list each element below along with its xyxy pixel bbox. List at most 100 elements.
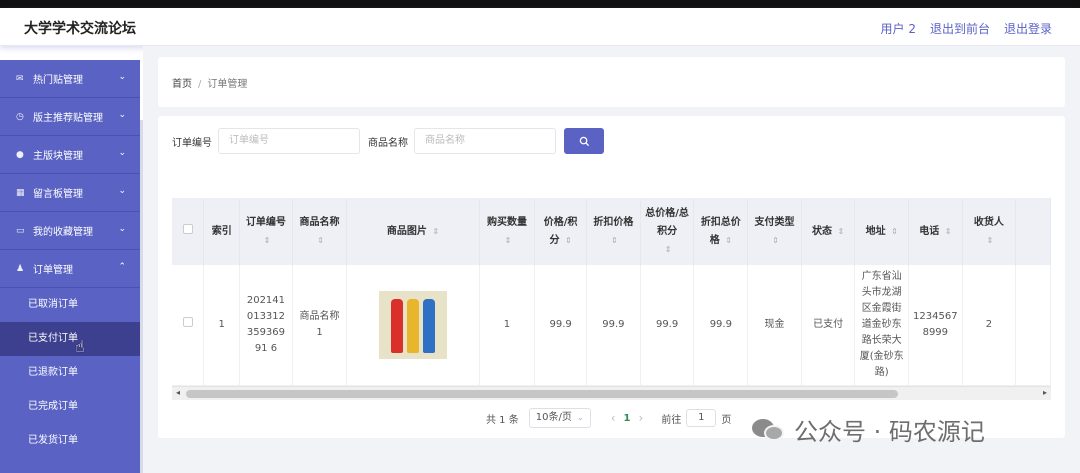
col-header[interactable]: 支付类型 ⇕ — [747, 199, 802, 265]
scroll-left-icon[interactable]: ◂ — [176, 388, 180, 397]
pagination: 共 1 条 10条/页 ⌄ ‹ 1 › 前往 1 页 — [486, 408, 731, 428]
sort-icon: ⇕ — [565, 236, 572, 245]
col-header[interactable]: 订单编号 ⇕ — [239, 199, 293, 265]
table-row[interactable]: 1 20214101331235936991 6 商品名称1 1 99.9 99… — [172, 265, 1051, 386]
submenu-shipped-orders[interactable]: 已发货订单 — [0, 424, 140, 458]
col-header[interactable]: 折扣总价格 ⇕ — [693, 199, 749, 265]
next-page-icon[interactable]: › — [639, 411, 644, 425]
col-header[interactable]: 购买数量 ⇕ — [479, 199, 536, 265]
orders-table: 索引 订单编号 ⇕ 商品名称 ⇕ 商品图片 ⇕ 购买数量 ⇕ 价格/积分 ⇕ 折扣价格… — [172, 198, 1051, 398]
col-header[interactable]: 总价格/总积分 ⇕ — [640, 199, 695, 265]
submenu-label: 已支付订单 — [28, 333, 78, 344]
product-image[interactable] — [379, 290, 447, 359]
col-header[interactable]: 商品名称 ⇕ — [292, 199, 348, 265]
page-number[interactable]: 1 — [624, 413, 631, 424]
submenu-cancelled-orders[interactable]: 已取消订单 — [0, 288, 140, 322]
chevron-down-icon: ⌄ — [118, 186, 126, 196]
cell-discount: 99.9 — [586, 265, 641, 386]
cell-product-image — [346, 265, 480, 386]
page-size-select[interactable]: 10条/页 ⌄ — [528, 408, 591, 428]
col-header[interactable]: 商品图片 ⇕ — [346, 199, 480, 265]
sort-icon: ⇕ — [772, 236, 779, 245]
menu-message-board[interactable]: ▦ 留言板管理 ⌄ — [0, 174, 140, 212]
sort-icon: ⇕ — [504, 236, 512, 245]
menu-label: 订单管理 — [33, 265, 73, 276]
menu-main-section[interactable]: ● 主版块管理 ⌄ — [0, 136, 140, 174]
search-icon — [579, 136, 589, 146]
cell-status: 已支付 — [801, 265, 856, 386]
wechat-logo-icon — [752, 417, 786, 443]
menu-label: 版主推荐贴管理 — [33, 113, 103, 124]
sort-icon: ⇕ — [263, 236, 271, 245]
logout-link[interactable]: 退出登录 — [1004, 20, 1052, 37]
chevron-down-icon: ⌄ — [118, 72, 126, 82]
order-no-label: 订单编号 — [172, 137, 212, 149]
keyboard-icon: ▦ — [16, 187, 25, 198]
menu-hot-posts[interactable]: ✉ 热门贴管理 ⌄ — [0, 60, 140, 98]
sort-icon: ⇕ — [986, 236, 994, 245]
user-link[interactable]: 用户 2 — [881, 20, 916, 37]
col-header[interactable]: 价格/积分 ⇕ — [534, 199, 587, 265]
row-select-cell — [172, 265, 205, 386]
cell-extra — [1015, 265, 1051, 386]
scrollbar-thumb[interactable] — [186, 390, 898, 398]
sort-icon: ⇕ — [664, 245, 672, 254]
cell-address: 广东省汕头市龙湖区金霞街道金砂东路长荣大厦(金砂东路) — [854, 265, 910, 386]
chevron-down-icon: ⌄ — [118, 224, 126, 234]
prev-page-icon[interactable]: ‹ — [611, 411, 616, 425]
breadcrumb-current: 订单管理 — [207, 79, 248, 90]
col-header[interactable]: 折扣价格 ⇕ — [586, 199, 641, 265]
sort-icon: ⇕ — [611, 236, 618, 245]
app-header: 大学学术交流论坛 用户 2 退出到前台 退出登录 — [0, 8, 1080, 46]
cell-discount-total: 99.9 — [693, 265, 749, 386]
sort-icon: ⇕ — [837, 227, 845, 236]
clock-icon: ◷ — [16, 111, 24, 122]
pager-total: 共 1 条 — [486, 414, 519, 426]
sort-icon: ⇕ — [944, 227, 952, 236]
sidebar: ✉ 热门贴管理 ⌄ ◷ 版主推荐贴管理 ⌄ ● 主版块管理 ⌄ ▦ 留言板管理 … — [0, 60, 140, 473]
cell-order-no: 20214101331235936991 6 — [239, 265, 293, 386]
row-checkbox[interactable] — [182, 316, 193, 327]
breadcrumb-home[interactable]: 首页 — [172, 79, 192, 90]
product-name-input[interactable]: 商品名称 — [414, 128, 556, 154]
sort-icon: ⇕ — [725, 236, 732, 245]
pin-icon: ● — [16, 149, 24, 160]
cell-qty: 1 — [479, 265, 536, 386]
submenu-paid-orders[interactable]: 已支付订单 ☝ — [0, 322, 140, 356]
search-button[interactable] — [564, 128, 604, 154]
table-horizontal-scrollbar[interactable]: ◂ ▸ — [172, 386, 1051, 400]
search-bar: 订单编号 订单编号 商品名称 商品名称 — [172, 128, 604, 154]
col-header[interactable]: 电话 ⇕ — [908, 199, 963, 265]
user-icon: ♟ — [16, 263, 25, 274]
scroll-right-icon[interactable]: ▸ — [1043, 388, 1047, 397]
breadcrumb: 首页 / 订单管理 — [172, 75, 247, 90]
header-actions: 用户 2 退出到前台 退出登录 — [881, 20, 1052, 37]
content-card: 订单编号 订单编号 商品名称 商品名称 索引 订单编号 ⇕ 商品名称 ⇕ 商品图片 … — [158, 116, 1065, 438]
watermark-text: 公众号 · 码农源记 — [794, 418, 985, 446]
cell-phone: 12345678999 — [908, 265, 963, 386]
menu-orders[interactable]: ♟ 订单管理 ⌃ — [0, 250, 140, 288]
cell-receiver: 2 — [962, 265, 1017, 386]
order-no-input[interactable]: 订单编号 — [218, 128, 360, 154]
sort-icon: ⇕ — [317, 236, 324, 245]
select-all-cell — [172, 199, 205, 265]
goto-page-input[interactable]: 1 — [686, 409, 717, 427]
menu-favorites[interactable]: ▭ 我的收藏管理 ⌄ — [0, 212, 140, 250]
col-header[interactable]: 收货人 ⇕ — [962, 199, 1017, 265]
cell-index: 1 — [203, 265, 241, 386]
top-strip — [0, 0, 1080, 8]
submenu-completed-orders[interactable]: 已完成订单 — [0, 390, 140, 424]
sidebar-scrollbar[interactable] — [140, 120, 143, 473]
chevron-down-icon: ⌄ — [118, 148, 126, 158]
submenu-refunded-orders[interactable]: 已退款订单 — [0, 356, 140, 390]
select-all-checkbox[interactable] — [182, 224, 193, 234]
chevron-up-icon: ⌃ — [118, 262, 126, 272]
to-front-link[interactable]: 退出到前台 — [930, 20, 990, 37]
table-header-row: 索引 订单编号 ⇕ 商品名称 ⇕ 商品图片 ⇕ 购买数量 ⇕ 价格/积分 ⇕ 折扣价格… — [172, 199, 1051, 265]
col-header[interactable]: 状态 ⇕ — [801, 199, 856, 265]
cell-price: 99.9 — [534, 265, 587, 386]
sort-icon: ⇕ — [432, 227, 440, 236]
menu-recommended-posts[interactable]: ◷ 版主推荐贴管理 ⌄ — [0, 98, 140, 136]
col-header[interactable]: 地址 ⇕ — [854, 199, 910, 265]
mail-icon: ✉ — [16, 73, 24, 84]
